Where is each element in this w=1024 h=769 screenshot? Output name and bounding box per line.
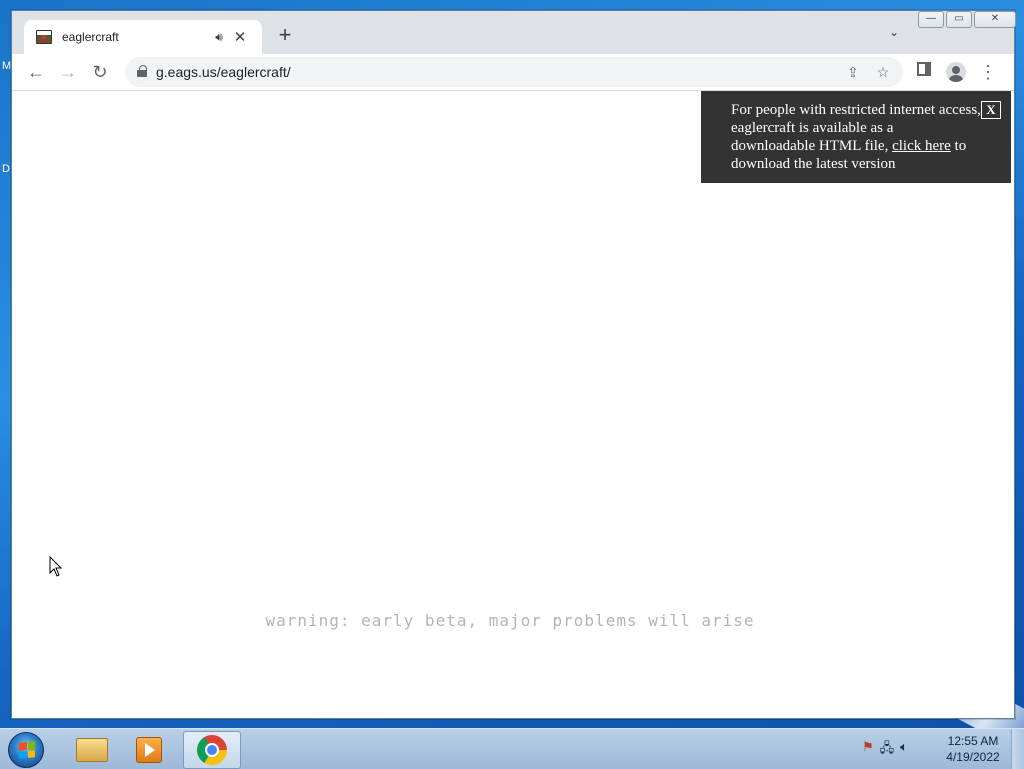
- browser-window: eaglercraft 🔊︎ ✕ + ⌄ — ▭ ✕ ← → ↻ g.eags.…: [11, 10, 1016, 719]
- close-window-button[interactable]: ✕: [974, 11, 1016, 28]
- download-banner: For people with restricted internet acce…: [701, 91, 1011, 183]
- taskbar-media-player[interactable]: [122, 731, 178, 767]
- page-content[interactable]: For people with restricted internet acce…: [12, 91, 1014, 718]
- clock[interactable]: 12:55 AM 4/19/2022: [934, 733, 1012, 765]
- network-icon[interactable]: 🖧︎: [880, 739, 895, 761]
- tab-title: eaglercraft: [62, 30, 119, 44]
- restore-button[interactable]: ▭: [946, 11, 972, 28]
- tab-strip: eaglercraft 🔊︎ ✕ + ⌄ — ▭ ✕: [12, 11, 1016, 54]
- beta-warning-text: warning: early beta, major problems will…: [265, 611, 755, 630]
- desktop-fragment-top: M: [2, 60, 12, 72]
- taskbar-explorer[interactable]: [62, 731, 118, 767]
- side-panel-icon[interactable]: [912, 60, 936, 84]
- chrome-icon: [197, 735, 227, 765]
- speaker-icon[interactable]: 🔊︎: [210, 30, 228, 45]
- reload-button[interactable]: ↻: [88, 60, 112, 84]
- browser-toolbar: ← → ↻ g.eags.us/eaglercraft/ ⇪ ☆ ⋮: [12, 54, 1014, 91]
- clock-time: 12:55 AM: [947, 734, 999, 748]
- show-desktop-button[interactable]: [1011, 729, 1024, 769]
- start-button[interactable]: [6, 731, 44, 768]
- window-controls: — ▭ ✕: [916, 11, 1016, 28]
- windows-orb-icon: [8, 732, 44, 768]
- url-text[interactable]: g.eags.us/eaglercraft/: [156, 64, 291, 80]
- back-button[interactable]: ←: [24, 60, 48, 84]
- eaglercraft-favicon-icon: [36, 30, 52, 44]
- tab-close-button[interactable]: ✕: [228, 28, 252, 46]
- mouse-cursor-icon: [49, 556, 63, 577]
- folder-icon: [76, 738, 108, 762]
- forward-button[interactable]: →: [56, 60, 80, 84]
- desktop-fragment-mid: D: [2, 163, 10, 175]
- address-bar[interactable]: g.eags.us/eaglercraft/ ⇪ ☆: [125, 57, 903, 87]
- profile-icon[interactable]: [944, 60, 968, 84]
- new-tab-button[interactable]: +: [272, 23, 298, 49]
- minimize-button[interactable]: —: [918, 11, 944, 28]
- tab-eaglercraft[interactable]: eaglercraft 🔊︎ ✕: [24, 20, 262, 54]
- volume-icon[interactable]: 🔈︎: [900, 739, 908, 761]
- star-icon[interactable]: ☆: [873, 62, 893, 82]
- taskbar: ⚑ 🖧︎ 🔈︎ 12:55 AM 4/19/2022: [0, 728, 1024, 769]
- banner-text: For people with restricted internet acce…: [731, 101, 981, 173]
- taskbar-chrome[interactable]: [183, 731, 241, 769]
- media-player-icon: [136, 737, 162, 763]
- lock-icon[interactable]: [137, 65, 147, 77]
- tab-search-button[interactable]: ⌄: [882, 25, 906, 45]
- banner-close-button[interactable]: X: [981, 101, 1001, 119]
- clock-date: 4/19/2022: [946, 750, 1000, 764]
- share-icon[interactable]: ⇪: [843, 62, 863, 82]
- kebab-menu-icon[interactable]: ⋮: [976, 60, 1000, 84]
- download-link[interactable]: click here: [892, 138, 951, 154]
- action-center-flag-icon[interactable]: ⚑: [862, 739, 874, 761]
- system-tray: ⚑ 🖧︎ 🔈︎: [862, 739, 908, 761]
